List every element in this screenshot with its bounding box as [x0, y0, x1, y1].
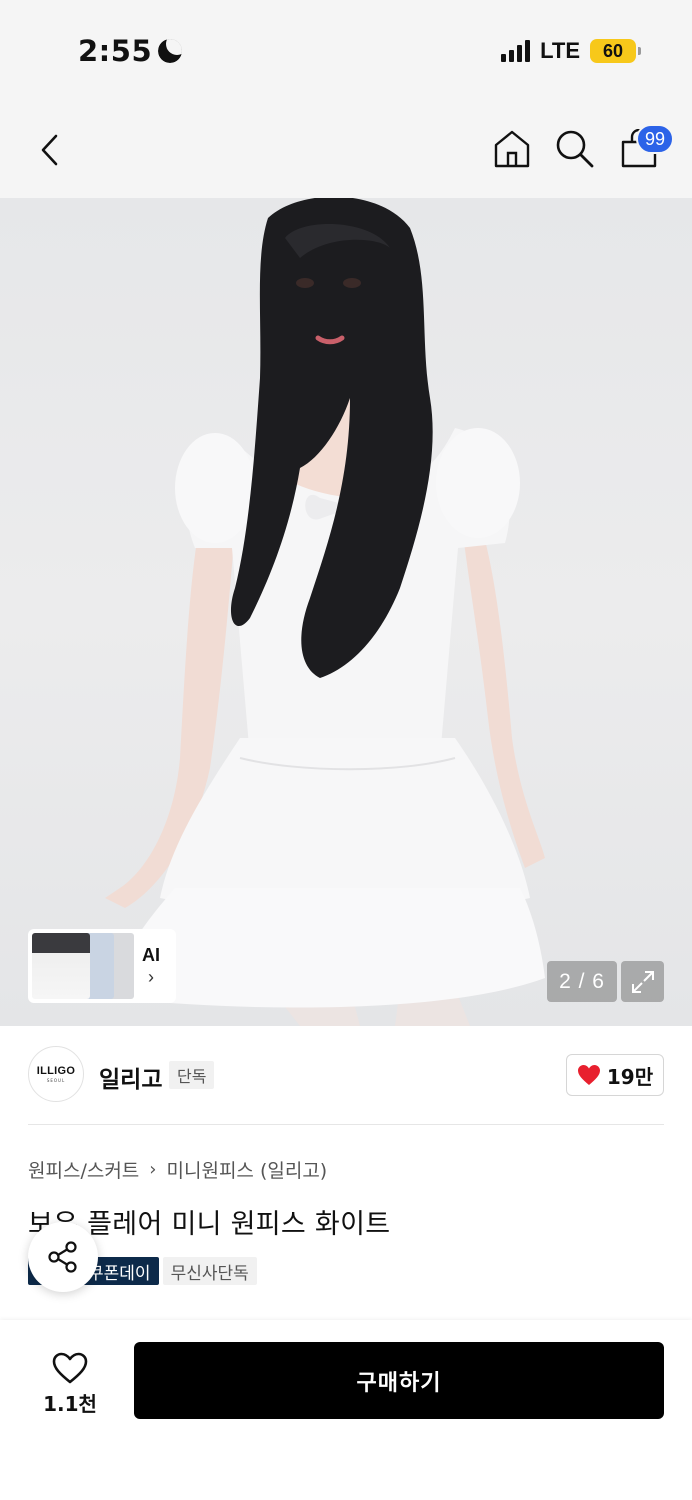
wishlist-button[interactable]: 1.1천 — [28, 1344, 112, 1424]
ai-label: AI — [142, 945, 160, 965]
status-indicators: LTE 60 — [501, 38, 641, 64]
model-photo — [105, 198, 545, 1026]
brand-logo-subtext: SEOUL — [46, 1078, 66, 1083]
status-bar: 2:55 LTE 60 — [0, 0, 692, 100]
brand-exclusive-tag: 단독 — [169, 1061, 215, 1089]
product-image[interactable]: AI › 2 / 6 — [0, 198, 692, 1026]
cart-count-badge: 99 — [636, 124, 674, 154]
breadcrumb-category[interactable]: 원피스/스커트 — [28, 1156, 139, 1183]
image-page-counter: 2 / 6 — [547, 961, 617, 1002]
back-icon — [41, 134, 58, 166]
breadcrumb: 원피스/스커트 › 미니원피스 (일리고) — [28, 1156, 327, 1183]
share-button[interactable] — [28, 1222, 98, 1292]
home-icon — [494, 130, 530, 168]
chevron-right-icon: › — [148, 967, 154, 987]
chevron-right-icon: › — [149, 1159, 157, 1180]
back-button[interactable] — [30, 128, 70, 172]
network-label: LTE — [540, 38, 580, 63]
ai-label-group: AI › — [142, 944, 160, 988]
heart-filled-icon — [577, 1065, 600, 1085]
brand-name[interactable]: 일리고 — [99, 1060, 162, 1094]
brand-row: ILLIGO SEOUL 일리고 단독 19만 — [0, 1026, 692, 1126]
expand-image-button[interactable] — [621, 961, 664, 1002]
heart-outline-icon — [52, 1352, 88, 1383]
battery-level: 60 — [602, 40, 624, 61]
brand-like-count: 19만 — [606, 1064, 654, 1089]
divider — [28, 1124, 664, 1125]
thumbnail-stack — [32, 933, 136, 999]
brand-like-button[interactable]: 19만 — [566, 1054, 664, 1096]
home-button[interactable] — [490, 126, 534, 172]
signal-icon — [501, 40, 531, 62]
thumbnail — [32, 933, 90, 999]
ai-similar-thumbnails[interactable]: AI › — [28, 929, 176, 1003]
moon-icon — [158, 39, 183, 63]
wishlist-count: 1.1천 — [43, 1391, 97, 1416]
battery-icon: 60 — [590, 39, 641, 63]
search-button[interactable] — [553, 126, 597, 172]
breadcrumb-subcategory[interactable]: 미니원피스 (일리고) — [167, 1156, 328, 1183]
top-nav — [0, 100, 692, 198]
brand-logo-text: ILLIGO — [36, 1065, 76, 1077]
buy-button[interactable]: 구매하기 — [134, 1342, 664, 1419]
musinsa-exclusive-tag: 무신사단독 — [162, 1257, 257, 1285]
brand-logo[interactable]: ILLIGO SEOUL — [28, 1046, 84, 1102]
status-time: 2:55 — [78, 34, 183, 68]
bottom-action-bar: 1.1천 구매하기 — [0, 1320, 692, 1500]
search-icon — [556, 130, 594, 168]
status-time-text: 2:55 — [78, 34, 153, 68]
share-icon — [48, 1241, 77, 1273]
expand-icon — [631, 970, 654, 993]
